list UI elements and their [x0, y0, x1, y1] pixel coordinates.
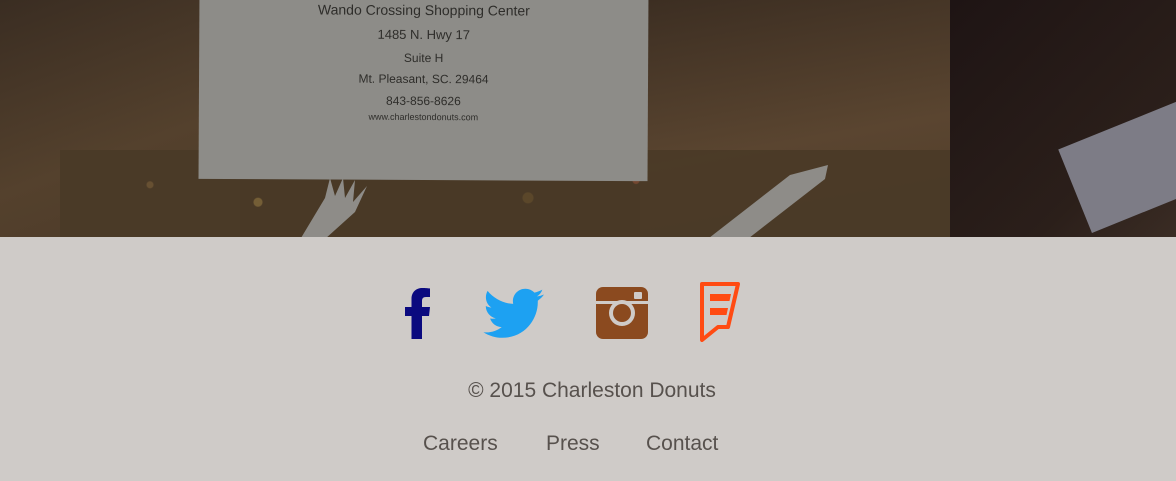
copyright-text: © 2015 Charleston Donuts: [468, 379, 716, 402]
plastic-knife: [710, 165, 828, 237]
card-address-center: Wando Crossing Shopping Center: [317, 1, 530, 19]
business-card: Wando Crossing Shopping Center 1485 N. H…: [198, 0, 649, 182]
instagram-link[interactable]: [596, 287, 648, 339]
twitter-link[interactable]: [483, 288, 545, 340]
press-link[interactable]: Press: [546, 432, 600, 456]
card-website: www.charlestondonuts.com: [368, 111, 479, 123]
facebook-link[interactable]: [403, 287, 433, 339]
card-address-street: 1485 N. Hwy 17: [377, 26, 471, 43]
social-links: [0, 282, 1176, 344]
card-phone: 843-856-8626: [386, 93, 461, 109]
foursquare-link[interactable]: [698, 282, 742, 342]
footer-links: Careers Press Contact: [0, 432, 1176, 462]
hero-photo: Wando Crossing Shopping Center 1485 N. H…: [0, 0, 1176, 237]
careers-link[interactable]: Careers: [423, 432, 498, 456]
card-address-suite: Suite H: [403, 50, 444, 66]
card-address-city: Mt. Pleasant, SC. 29464: [358, 71, 489, 87]
instagram-icon: [596, 287, 648, 339]
foursquare-icon: [700, 282, 740, 342]
plastic-fork: [301, 178, 367, 237]
facebook-icon: [405, 288, 430, 339]
twitter-icon: [483, 288, 544, 338]
contact-link[interactable]: Contact: [646, 432, 718, 456]
